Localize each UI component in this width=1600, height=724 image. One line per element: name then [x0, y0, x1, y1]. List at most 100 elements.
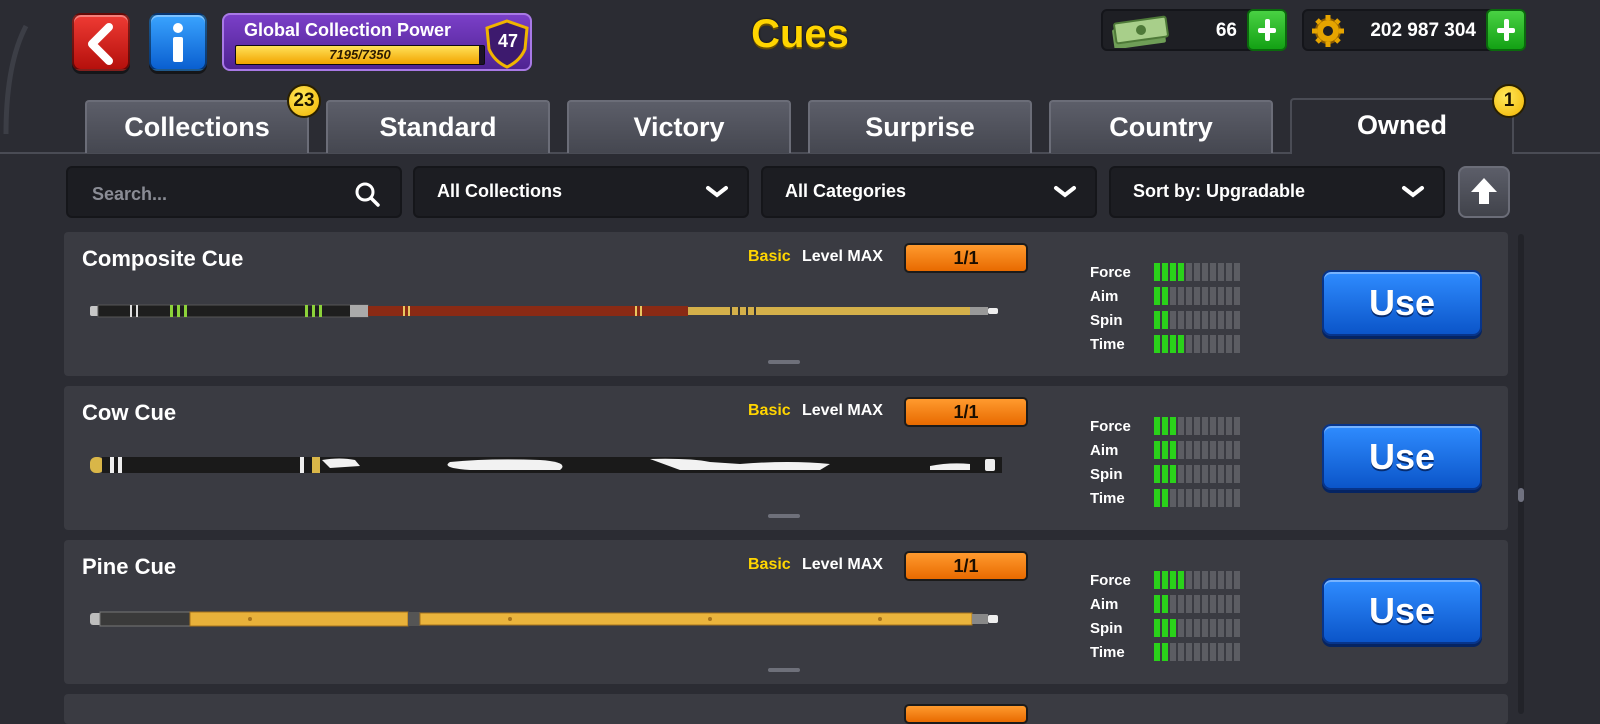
stat-segment [1170, 595, 1176, 613]
stat-segment [1234, 441, 1240, 459]
coins-value: 202 987 304 [1370, 20, 1476, 41]
sort-dropdown[interactable]: Sort by: Upgradable [1109, 166, 1445, 218]
page-title: Cues [751, 12, 849, 56]
coins-display: 202 987 304 [1302, 9, 1526, 51]
stat-segment [1154, 595, 1160, 613]
cue-image [90, 611, 998, 627]
stat-segment [1202, 311, 1208, 329]
scrollbar-thumb[interactable] [1518, 488, 1524, 502]
force-bar [1154, 571, 1242, 589]
stat-segment [1186, 417, 1192, 435]
spin-bar [1154, 619, 1242, 637]
use-button[interactable]: Use [1322, 578, 1482, 644]
collection-dropdown[interactable]: All Collections [413, 166, 749, 218]
search-input[interactable] [90, 180, 324, 208]
stat-segment [1170, 311, 1176, 329]
cue-level-progress: 1/1 [904, 551, 1028, 581]
stat-segment [1170, 263, 1176, 281]
tab-standard[interactable]: Standard [326, 100, 550, 153]
cue-level-progress-partial [904, 704, 1028, 724]
cue-rarity: Basic [748, 402, 791, 419]
stat-segment [1178, 595, 1184, 613]
add-coins-button[interactable] [1486, 9, 1526, 51]
stat-segment [1162, 417, 1168, 435]
stat-segment [1194, 595, 1200, 613]
stat-segment [1154, 417, 1160, 435]
stat-label-time: Time [1090, 490, 1125, 507]
stat-label-spin: Spin [1090, 312, 1123, 329]
tab-collections[interactable]: Collections [85, 100, 309, 153]
add-cash-button[interactable] [1247, 9, 1287, 51]
search-box[interactable] [66, 166, 402, 218]
force-bar [1154, 263, 1242, 281]
stat-segment [1226, 311, 1232, 329]
stat-segment [1194, 263, 1200, 281]
stat-segment [1226, 619, 1232, 637]
drag-handle[interactable] [768, 514, 800, 518]
cash-value: 66 [1215, 20, 1237, 41]
stat-segment [1218, 263, 1224, 281]
back-button[interactable] [72, 13, 130, 71]
stat-segment [1186, 595, 1192, 613]
stat-segment [1234, 263, 1240, 281]
stat-segment [1226, 263, 1232, 281]
stat-segment [1218, 335, 1224, 353]
stat-segment [1154, 489, 1160, 507]
cue-card[interactable]: Pine Cue Basic Level MAX 1/1 Force Aim S… [64, 540, 1508, 684]
stat-segment [1234, 417, 1240, 435]
stat-segment [1194, 287, 1200, 305]
stat-segment [1210, 441, 1216, 459]
scrollbar-track[interactable] [1518, 234, 1524, 714]
info-button[interactable] [149, 13, 207, 71]
stat-segment [1210, 287, 1216, 305]
drag-handle[interactable] [768, 668, 800, 672]
stat-segment [1186, 619, 1192, 637]
stat-segment [1162, 571, 1168, 589]
force-bar [1154, 417, 1242, 435]
stat-segment [1210, 595, 1216, 613]
cue-name: Pine Cue [82, 554, 177, 579]
stat-segment [1170, 489, 1176, 507]
stat-segment [1170, 465, 1176, 483]
stat-segment [1210, 417, 1216, 435]
stat-segment [1210, 263, 1216, 281]
stat-segment [1210, 465, 1216, 483]
stat-segment [1186, 263, 1192, 281]
use-button[interactable]: Use [1322, 270, 1482, 336]
tab-victory[interactable]: Victory [567, 100, 791, 153]
stat-segment [1218, 417, 1224, 435]
stat-segment [1218, 643, 1224, 661]
cue-image [90, 304, 998, 318]
sort-dropdown-value: Sort by: Upgradable [1133, 181, 1306, 201]
stat-segment [1178, 287, 1184, 305]
stat-segment [1178, 465, 1184, 483]
use-button[interactable]: Use [1322, 424, 1482, 490]
global-collection-power-panel[interactable]: Global Collection Power 7195/7350 47 [222, 13, 532, 71]
drag-handle[interactable] [768, 360, 800, 364]
cue-level-progress: 1/1 [904, 397, 1028, 427]
sort-direction-button[interactable] [1458, 166, 1510, 218]
stat-segment [1154, 311, 1160, 329]
search-icon[interactable] [354, 181, 380, 207]
stat-segment [1202, 643, 1208, 661]
stat-segment [1218, 489, 1224, 507]
stat-segment [1202, 441, 1208, 459]
stat-segment [1178, 619, 1184, 637]
stat-segment [1234, 571, 1240, 589]
collections-badge: 23 [287, 84, 321, 118]
stat-segment [1210, 335, 1216, 353]
tab-country[interactable]: Country [1049, 100, 1273, 153]
category-dropdown-value: All Categories [785, 181, 907, 201]
stat-segment [1226, 595, 1232, 613]
stat-segment [1218, 619, 1224, 637]
category-dropdown[interactable]: All Categories [761, 166, 1097, 218]
cue-card[interactable]: Composite Cue Basic Level MAX 1/1 Force … [64, 232, 1508, 376]
stat-segment [1186, 335, 1192, 353]
cue-card[interactable]: Cow Cue Basic Level MAX 1/1 Force Aim Sp… [64, 386, 1508, 530]
stat-segment [1210, 619, 1216, 637]
stat-segment [1194, 571, 1200, 589]
stat-segment [1202, 465, 1208, 483]
tab-owned[interactable]: Owned [1290, 98, 1514, 154]
decorative-arc [3, 24, 29, 135]
tab-surprise[interactable]: Surprise [808, 100, 1032, 153]
